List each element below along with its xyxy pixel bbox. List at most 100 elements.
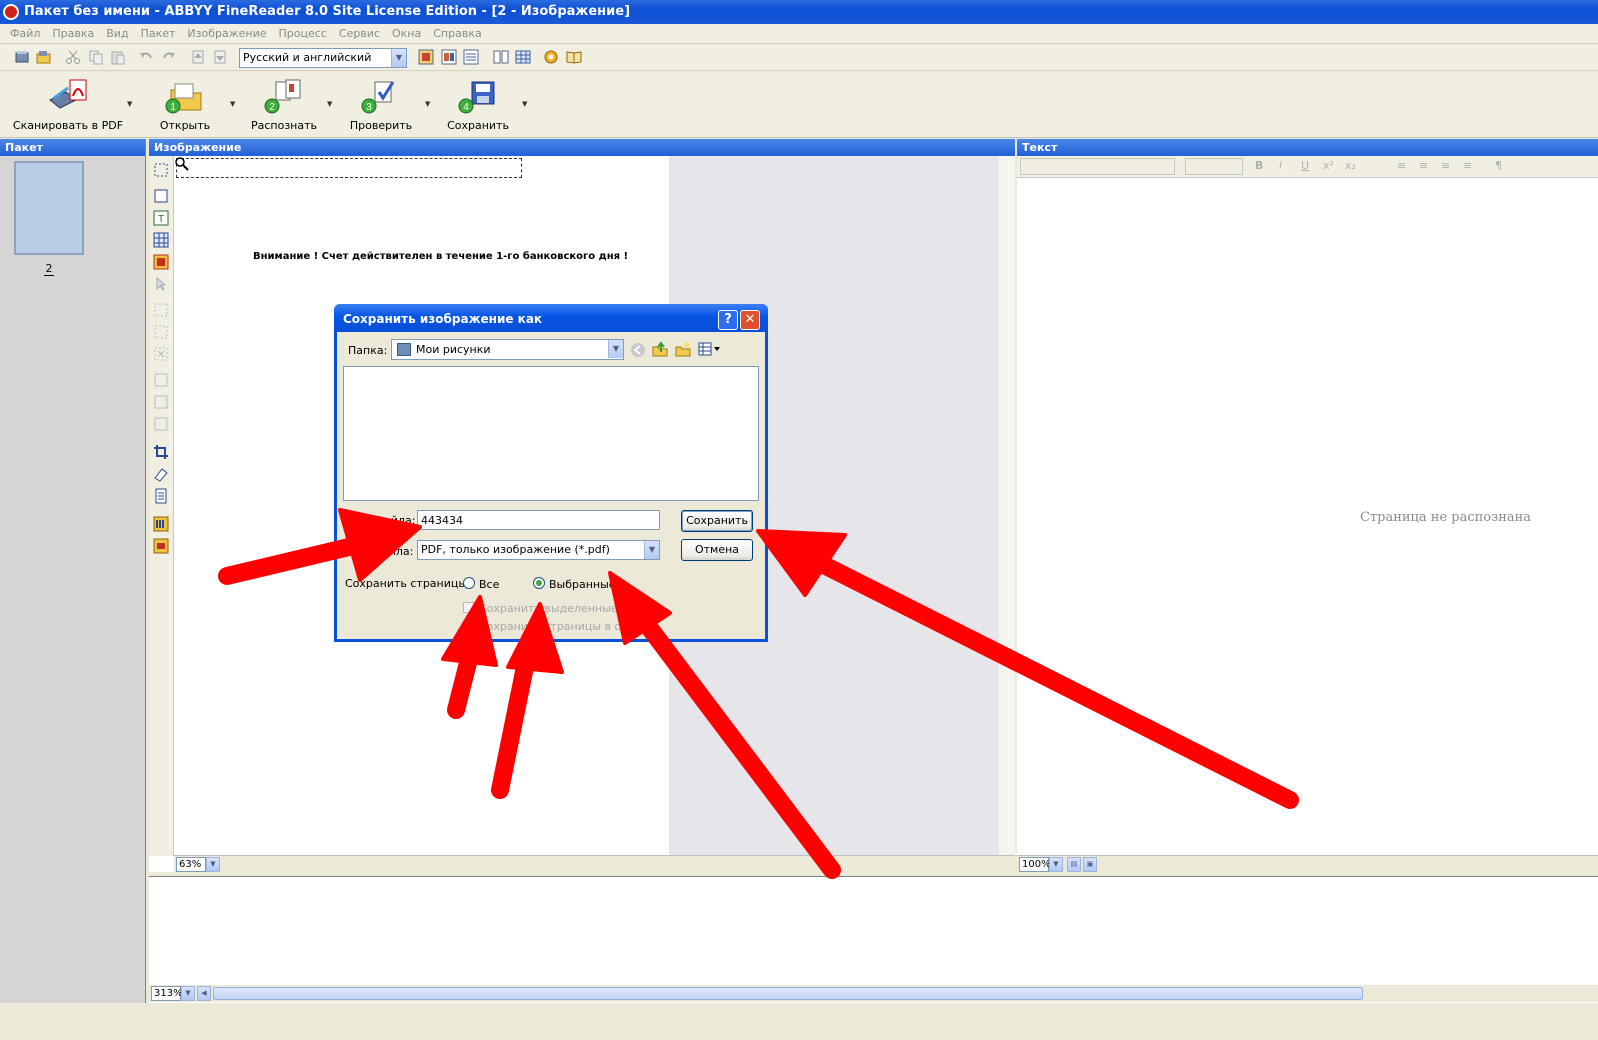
- radio-all-pages[interactable]: [463, 577, 475, 589]
- image-zoom-dropdown[interactable]: ▼: [206, 857, 220, 872]
- options-gear-icon[interactable]: [543, 49, 559, 65]
- text-zoom-dropdown[interactable]: ▼: [1049, 857, 1063, 872]
- close-icon[interactable]: ✕: [740, 310, 760, 330]
- check-button[interactable]: 3 Проверить: [347, 76, 415, 134]
- menu-service[interactable]: Сервис: [333, 27, 386, 40]
- scan-to-pdf-button[interactable]: Сканировать в PDF: [12, 76, 124, 134]
- superscript-icon[interactable]: x²: [1323, 159, 1334, 172]
- text-area-icon[interactable]: T: [153, 210, 169, 226]
- horizontal-scrollbar-thumb[interactable]: [213, 987, 1363, 1000]
- radio-selected-pages[interactable]: [533, 577, 545, 589]
- redo-icon[interactable]: [161, 49, 177, 65]
- style-select[interactable]: [1020, 158, 1175, 175]
- packet-window-icon[interactable]: [418, 49, 434, 65]
- barcode-area-icon[interactable]: [153, 516, 169, 532]
- align-center-icon[interactable]: ≡: [1419, 159, 1428, 172]
- recognize-dropdown-arrow[interactable]: ▼: [327, 100, 332, 108]
- back-icon[interactable]: [630, 342, 646, 358]
- folder-chevron-down-icon[interactable]: ▼: [608, 340, 623, 358]
- save-button[interactable]: 4 Сохранить: [444, 76, 512, 134]
- italic-icon[interactable]: I: [1279, 159, 1282, 172]
- check-step-number: 3: [366, 102, 372, 113]
- remove-area-icon[interactable]: [153, 346, 169, 362]
- open-dropdown-arrow[interactable]: ▼: [230, 100, 235, 108]
- open-packet-icon[interactable]: [36, 49, 52, 65]
- menu-view[interactable]: Вид: [100, 27, 134, 40]
- new-folder-icon[interactable]: [675, 341, 691, 357]
- bold-icon[interactable]: B: [1255, 159, 1263, 172]
- crop-icon[interactable]: [153, 444, 169, 460]
- paste-icon[interactable]: [110, 49, 126, 65]
- file-list[interactable]: [343, 366, 759, 501]
- menu-packet[interactable]: Пакет: [135, 27, 182, 40]
- view-menu-icon[interactable]: [698, 342, 720, 356]
- pilcrow-icon[interactable]: ¶: [1495, 159, 1502, 172]
- add-area-icon[interactable]: [153, 302, 169, 318]
- page-view-icon[interactable]: ▤: [1067, 857, 1081, 872]
- cut-area-icon[interactable]: [153, 324, 169, 340]
- check-dropdown-arrow[interactable]: ▼: [425, 100, 430, 108]
- dialog-save-button[interactable]: Сохранить: [681, 510, 753, 532]
- eraser-icon[interactable]: [153, 466, 169, 482]
- menu-edit[interactable]: Правка: [46, 27, 100, 40]
- page-thumbnail[interactable]: [14, 161, 84, 255]
- subscript-icon[interactable]: x₂: [1345, 159, 1356, 172]
- edit-view-icon[interactable]: ▣: [1083, 857, 1097, 872]
- image-area-icon[interactable]: [153, 538, 169, 554]
- save-single-file-checkbox[interactable]: [463, 620, 474, 631]
- selection-rectangle[interactable]: [176, 158, 522, 178]
- next-page-icon[interactable]: [212, 49, 228, 65]
- recognize-button[interactable]: 2 Распознать: [250, 76, 318, 134]
- menu-process[interactable]: Процесс: [273, 27, 333, 40]
- zoom-pane-value[interactable]: 313%: [151, 986, 183, 1001]
- cut-icon[interactable]: [65, 49, 81, 65]
- undo-icon[interactable]: [138, 49, 154, 65]
- filename-input[interactable]: [417, 510, 660, 530]
- table-area-icon[interactable]: [153, 232, 169, 248]
- table-view-icon[interactable]: [515, 49, 531, 65]
- rect-area-icon[interactable]: [153, 188, 169, 204]
- app-icon[interactable]: [3, 4, 19, 20]
- area-order-icon[interactable]: [153, 372, 169, 388]
- scan-dropdown-arrow[interactable]: ▼: [127, 100, 132, 108]
- save-dropdown-arrow[interactable]: ▼: [522, 100, 527, 108]
- scroll-left-icon[interactable]: ◀: [197, 986, 211, 1001]
- image-window-icon[interactable]: [441, 49, 457, 65]
- font-size-select[interactable]: [1185, 158, 1243, 175]
- copy-icon[interactable]: [88, 49, 104, 65]
- split-view-icon[interactable]: [493, 49, 509, 65]
- zoom-pane-dropdown[interactable]: ▼: [181, 986, 195, 1001]
- align-right-icon[interactable]: ≡: [1441, 159, 1450, 172]
- text-window-icon[interactable]: [463, 49, 479, 65]
- folder-combo[interactable]: Мои рисунки ▼: [391, 339, 624, 360]
- up-folder-icon[interactable]: [652, 341, 668, 357]
- menu-image[interactable]: Изображение: [181, 27, 272, 40]
- image-zoom-value[interactable]: 63%: [176, 857, 206, 872]
- menu-file[interactable]: Файл: [4, 27, 46, 40]
- underline-icon[interactable]: U: [1301, 159, 1309, 172]
- chevron-down-icon[interactable]: ▼: [391, 49, 406, 67]
- area-split-icon[interactable]: [153, 416, 169, 432]
- text-zoom-value[interactable]: 100%: [1019, 857, 1051, 872]
- area-merge-icon[interactable]: [153, 394, 169, 410]
- prev-page-icon[interactable]: [190, 49, 206, 65]
- menu-windows[interactable]: Окна: [386, 27, 427, 40]
- new-packet-icon[interactable]: [14, 49, 30, 65]
- picture-area-icon[interactable]: [153, 254, 169, 270]
- page-properties-icon[interactable]: [153, 488, 169, 504]
- open-button[interactable]: 1 Открыть: [152, 76, 218, 134]
- magnifier-icon[interactable]: [175, 157, 189, 171]
- pointer-icon[interactable]: [153, 276, 169, 292]
- menu-help[interactable]: Справка: [427, 27, 487, 40]
- help-book-icon[interactable]: [566, 49, 582, 65]
- filetype-chevron-down-icon[interactable]: ▼: [644, 541, 659, 559]
- language-select[interactable]: Русский и английский ▼: [239, 48, 407, 68]
- help-icon[interactable]: ?: [718, 310, 738, 330]
- dialog-cancel-button[interactable]: Отмена: [681, 539, 753, 561]
- save-selected-checkbox[interactable]: [463, 602, 474, 613]
- select-area-icon[interactable]: [153, 162, 169, 178]
- image-vertical-scrollbar[interactable]: [999, 156, 1015, 856]
- align-left-icon[interactable]: ≡: [1397, 159, 1406, 172]
- filetype-combo[interactable]: PDF, только изображение (*.pdf) ▼: [417, 540, 660, 560]
- align-justify-icon[interactable]: ≡: [1463, 159, 1472, 172]
